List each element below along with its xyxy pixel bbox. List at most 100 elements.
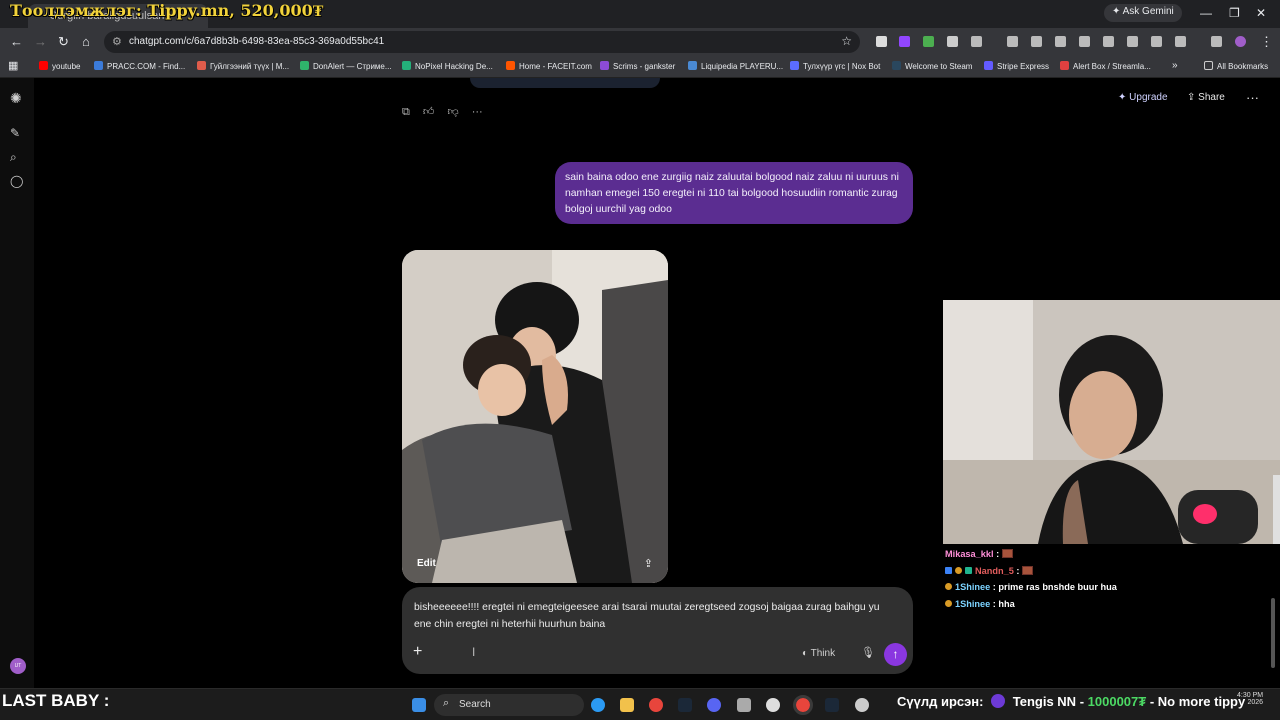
send-button[interactable]: ↑ (884, 643, 907, 666)
favicon (790, 61, 799, 70)
add-attachment-icon[interactable]: + (413, 643, 422, 661)
bookmark-youtube[interactable]: youtube (39, 61, 80, 71)
favicon (506, 61, 515, 70)
bookmark-liquipedia[interactable]: Liquipedia PLAYERU... (688, 61, 783, 71)
favicon (94, 61, 103, 70)
bookmark-pracc[interactable]: PRACC.COM - Find... (94, 61, 185, 71)
obs-icon[interactable] (855, 698, 869, 712)
app-icon[interactable] (766, 698, 780, 712)
home-icon[interactable]: ⌂ (82, 35, 90, 49)
image-edit-button[interactable]: Edit (417, 558, 436, 569)
all-bookmarks[interactable]: All Bookmarks (1204, 61, 1268, 71)
bookmark-label: Welcome to Steam (905, 62, 973, 71)
screen: Surgiin baraligdsuulsan Тоолдэмжлэг: Tip… (0, 0, 1280, 720)
menu-kebab-icon[interactable]: ⋮ (1260, 35, 1273, 49)
link-icon[interactable] (1151, 36, 1162, 47)
extension-icon[interactable] (876, 36, 887, 47)
apps-grid-icon[interactable]: ▦ (8, 59, 18, 72)
download-share-icon[interactable]: ⇪ (644, 557, 653, 570)
favicon (300, 61, 309, 70)
more-options-icon[interactable]: ··· (472, 106, 483, 118)
chat-bubble-icon[interactable]: ◯ (10, 174, 23, 188)
bookmark-label: Liquipedia PLAYERU... (701, 62, 784, 71)
discord-icon[interactable] (707, 698, 721, 712)
edge-icon[interactable] (591, 698, 605, 712)
bookmark-gankster[interactable]: Scrims - gankster (600, 61, 675, 71)
share-button[interactable]: ⇪ Share (1187, 92, 1225, 103)
bookmark-label: Scrims - gankster (613, 62, 676, 71)
bookmarks-bar: ▦ youtube PRACC.COM - Find... Гуйлгээний… (0, 56, 1280, 78)
windows-start-icon[interactable] (412, 698, 426, 712)
thumbs-down-icon[interactable]: 👎︎ (447, 106, 458, 118)
profile-avatar[interactable] (1235, 36, 1246, 47)
forward-icon[interactable]: → (34, 35, 47, 49)
taskbar-search[interactable]: ⌕ Search (434, 694, 584, 716)
chat-text: prime ras bnshde buur hua (998, 582, 1117, 592)
favicon (39, 61, 48, 70)
calculator-icon[interactable] (737, 698, 751, 712)
upgrade-button[interactable]: ✦ Upgrade (1118, 92, 1168, 103)
chrome-active-icon[interactable] (793, 695, 813, 715)
new-chat-icon[interactable]: ✎ (10, 126, 20, 140)
address-bar[interactable]: ⚙ chatgpt.com/c/6a7d8b3b-6498-83ea-85c3-… (104, 31, 860, 53)
system-clock[interactable]: 4:30 PM 2026 (1237, 692, 1263, 706)
tab-search-icon[interactable] (1211, 36, 1222, 47)
chat-username: Nandn_5 (975, 565, 1014, 576)
bookmark-streamlabs[interactable]: Alert Box / Streamla... (1060, 61, 1151, 71)
bookmark-label: youtube (52, 62, 81, 71)
more-options-icon[interactable]: ··· (1246, 90, 1259, 105)
extension-icon[interactable] (947, 36, 958, 47)
openai-logo-icon[interactable]: ✺ (10, 90, 22, 107)
bookmark-stripe[interactable]: Stripe Express (984, 61, 1049, 71)
restore-icon[interactable]: ❐ (1229, 6, 1240, 20)
extension-icon[interactable] (923, 36, 934, 47)
browser-toolbar: ← → ↻ ⌂ ⚙ chatgpt.com/c/6a7d8b3b-6498-83… (0, 28, 1280, 56)
copy-icon[interactable]: ⧉ (402, 106, 410, 118)
bookmark-noxbot[interactable]: Тулхүүр үгс | Nox Bot (790, 61, 880, 71)
puzzle-icon[interactable] (971, 36, 982, 47)
more-bookmarks-chevron-icon[interactable]: » (1172, 60, 1178, 71)
microphone-icon[interactable]: 🎙︎ (861, 646, 875, 659)
badge-icon (945, 583, 952, 590)
arrow-up-icon: ↑ (892, 647, 899, 661)
close-icon[interactable]: ✕ (1256, 6, 1266, 20)
url-text[interactable]: chatgpt.com/c/6a7d8b3b-6498-83ea-85c3-36… (129, 36, 384, 47)
bookmark-faceit[interactable]: Home - FACEIT.com (506, 61, 592, 71)
bookmark-star-icon[interactable]: ☆ (841, 34, 852, 48)
chrome-icon[interactable] (649, 698, 663, 712)
ticker-name: Tengis NN (1012, 694, 1077, 709)
cast-icon[interactable] (1127, 36, 1138, 47)
bookmark-donalert[interactable]: DonAlert — Стриме... (300, 61, 392, 71)
extension-icon[interactable] (1103, 36, 1114, 47)
trash-icon[interactable] (1079, 36, 1090, 47)
translate-icon[interactable] (1175, 36, 1186, 47)
thumbs-up-icon[interactable]: 👍︎ (423, 106, 435, 118)
think-button[interactable]: ◐ Think (802, 648, 835, 659)
back-icon[interactable]: ← (10, 35, 23, 49)
text-cursor-icon: I (472, 645, 476, 659)
message-composer[interactable]: bisheeeeee!!!! eregtei ni emegteigeesee … (402, 587, 913, 674)
bookmark-label: Stripe Express (997, 62, 1050, 71)
minimize-icon[interactable]: — (1200, 6, 1212, 20)
ask-gemini-button[interactable]: ✦ Ask Gemini (1104, 4, 1182, 22)
history-icon[interactable] (1055, 36, 1066, 47)
bookmark-transactions[interactable]: Гуйлгээний түүх | M... (197, 61, 289, 71)
bookmark-nopixel[interactable]: NoPixel Hacking De... (402, 61, 493, 71)
twitch-extension-icon[interactable] (899, 36, 910, 47)
composer-input[interactable]: bisheeeeee!!!! eregtei ni emegteigeesee … (414, 599, 896, 633)
bookmarks-icon[interactable] (1007, 36, 1018, 47)
reload-icon[interactable]: ↻ (58, 35, 69, 49)
site-info-icon[interactable]: ⚙ (112, 35, 122, 48)
search-icon[interactable]: ⌕ (10, 150, 17, 165)
webcam-feed (943, 300, 1280, 544)
file-explorer-icon[interactable] (620, 698, 634, 712)
stream-chat: Mikasa_kkl : Nandn_5 : 1Shinee : prime r… (943, 546, 1280, 612)
chat-text: hha (998, 598, 1015, 609)
download-icon[interactable] (1031, 36, 1042, 47)
user-avatar[interactable]: UT (10, 658, 26, 674)
search-icon: ⌕ (443, 697, 450, 709)
generated-image[interactable]: Edit ⇪ (402, 250, 668, 583)
steam-icon[interactable] (825, 698, 839, 712)
steam-icon[interactable] (678, 698, 692, 712)
bookmark-steam[interactable]: Welcome to Steam (892, 61, 972, 71)
